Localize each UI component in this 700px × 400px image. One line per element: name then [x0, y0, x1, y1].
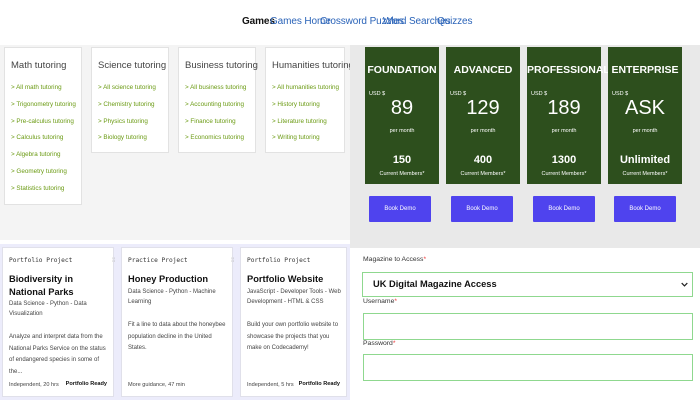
business-tutoring-card: Business tutoring > All business tutorin… — [178, 47, 258, 153]
card-title: Math tutoring — [11, 60, 67, 71]
tutoring-link[interactable]: > History tutoring — [272, 101, 339, 118]
project-type: Portfolio Project — [247, 257, 311, 264]
magazine-selected-value: UK Digital Magazine Access — [373, 279, 497, 289]
plan-members: 1300 — [551, 154, 577, 166]
plan-price: 89 — [390, 97, 414, 119]
plan-members-label: Current Members* — [379, 171, 425, 177]
book-demo-button-enterprise[interactable]: Book Demo — [614, 196, 676, 222]
book-demo-button-professional[interactable]: Book Demo — [533, 196, 595, 222]
humanities-tutoring-card: Humanities tutoring > All humanities tut… — [265, 47, 354, 153]
plan-period: per month — [470, 128, 496, 134]
plan-price: 189 — [547, 97, 581, 119]
chevron-down-icon — [681, 282, 688, 287]
tutoring-link-list: > All math tutoring > Trigonometry tutor… — [11, 84, 76, 202]
tutoring-link[interactable]: > All science tutoring — [98, 84, 156, 101]
project-tags: Data Science - Python - Machine Learning — [128, 289, 216, 305]
plan-name: FOUNDATION — [367, 64, 437, 76]
tutoring-link[interactable]: > Finance tutoring — [185, 118, 246, 135]
tutoring-link[interactable]: > Economics tutoring — [185, 134, 246, 151]
tutoring-link-list: > All humanities tutoring > History tuto… — [272, 84, 339, 151]
project-title: Honey Production — [128, 274, 209, 284]
plan-price: ASK — [624, 97, 666, 119]
plan-card-professional: PROFESSIONAL USD $ 189 per month 1300 Cu… — [527, 47, 610, 184]
tutoring-link[interactable]: > Biology tutoring — [98, 134, 156, 151]
project-meta: Independent, 20 hrs — [9, 382, 59, 388]
portfolio-ready-badge: Portfolio Ready — [298, 381, 340, 387]
portfolio-ready-badge: Portfolio Ready — [65, 381, 107, 387]
project-type: Practice Project — [128, 257, 188, 264]
project-meta: More guidance, 47 min — [128, 382, 185, 388]
project-title: Biodiversity in National Parks — [9, 274, 74, 297]
tutoring-link[interactable]: > Algebra tutoring — [11, 151, 76, 168]
plan-card-advanced: ADVANCED USD $ 129 per month 400 Current… — [446, 47, 520, 184]
username-input[interactable] — [363, 313, 693, 340]
plan-members: 150 — [392, 154, 412, 166]
username-label: Username* — [363, 298, 398, 305]
card-title: Humanities tutoring — [272, 60, 354, 71]
book-demo-button-foundation[interactable]: Book Demo — [369, 196, 431, 222]
plan-members: Unlimited — [619, 154, 671, 166]
tutoring-link[interactable]: > All humanities tutoring — [272, 84, 339, 101]
tutoring-link[interactable]: > Accounting tutoring — [185, 101, 246, 118]
tutoring-link[interactable]: > All math tutoring — [11, 84, 76, 101]
plan-price: 129 — [466, 97, 500, 119]
top-navigation: Games Games Home Crossword Puzzles Word … — [0, 0, 700, 45]
card-title: Business tutoring — [185, 60, 258, 71]
tutoring-link[interactable]: > Trigonometry tutoring — [11, 101, 76, 118]
project-description: Build your own portfolio website to show… — [247, 322, 339, 351]
tutoring-link[interactable]: > Statistics tutoring — [11, 185, 76, 202]
tutoring-link[interactable]: > Literature tutoring — [272, 118, 339, 135]
tutoring-link-list: > All science tutoring > Chemistry tutor… — [98, 84, 156, 151]
project-description: Fit a line to data about the honeybee po… — [128, 322, 226, 351]
plan-name: PROFESSIONAL — [527, 64, 610, 76]
book-demo-button-advanced[interactable]: Book Demo — [451, 196, 513, 222]
project-card-biodiversity[interactable]: Portfolio Project Biodiversity in Nation… — [2, 247, 114, 397]
project-description: Analyze and interpret data from the Nati… — [9, 334, 106, 375]
project-type: Portfolio Project — [9, 257, 73, 264]
tutoring-link-list: > All business tutoring > Accounting tut… — [185, 84, 246, 151]
project-card-portfolio-website[interactable]: Portfolio Project Portfolio Website Java… — [240, 247, 347, 397]
plan-card-foundation: FOUNDATION USD $ 89 per month 150 Curren… — [365, 47, 439, 184]
magazine-select[interactable]: UK Digital Magazine Access — [362, 272, 693, 297]
project-tags: JavaScript - Developer Tools - Web Devel… — [247, 289, 341, 305]
drag-handle-icon: ⁞⁞ — [231, 258, 235, 264]
project-tags: Data Science - Python - Data Visualizati… — [9, 301, 87, 317]
math-tutoring-card: Math tutoring > All math tutoring > Trig… — [4, 47, 82, 205]
plan-period: per month — [389, 128, 415, 134]
password-input[interactable] — [363, 354, 693, 381]
tutoring-link[interactable]: > All business tutoring — [185, 84, 246, 101]
tutoring-link[interactable]: > Geometry tutoring — [11, 168, 76, 185]
plan-name: ADVANCED — [453, 64, 513, 76]
plan-name: ENTERPRISE — [611, 64, 679, 76]
tutoring-link[interactable]: > Writing tutoring — [272, 134, 339, 151]
drag-handle-icon: ⁞⁞ — [112, 258, 116, 264]
project-card-honey-production[interactable]: Practice Project Honey Production Data S… — [121, 247, 233, 397]
tutoring-link[interactable]: > Calculus tutoring — [11, 134, 76, 151]
plan-period: per month — [632, 128, 658, 134]
science-tutoring-card: Science tutoring > All science tutoring … — [91, 47, 169, 153]
project-title: Portfolio Website — [247, 274, 324, 284]
plan-members-label: Current Members* — [541, 171, 587, 177]
magazine-label: Magazine to Access* — [363, 256, 427, 263]
plan-period: per month — [551, 128, 577, 134]
plan-members: 400 — [473, 154, 493, 166]
card-title: Science tutoring — [98, 60, 167, 71]
password-label: Password* — [363, 340, 396, 347]
tutoring-link[interactable]: > Physics tutoring — [98, 118, 156, 135]
tutoring-link[interactable]: > Chemistry tutoring — [98, 101, 156, 118]
tutoring-link[interactable]: > Pre-calculus tutoring — [11, 118, 76, 135]
plan-card-enterprise: ENTERPRISE USD $ ASK per month Unlimited… — [608, 47, 682, 184]
nav-item-quizzes[interactable]: Quizzes — [437, 16, 473, 27]
plan-members-label: Current Members* — [622, 171, 668, 177]
plan-members-label: Current Members* — [460, 171, 506, 177]
